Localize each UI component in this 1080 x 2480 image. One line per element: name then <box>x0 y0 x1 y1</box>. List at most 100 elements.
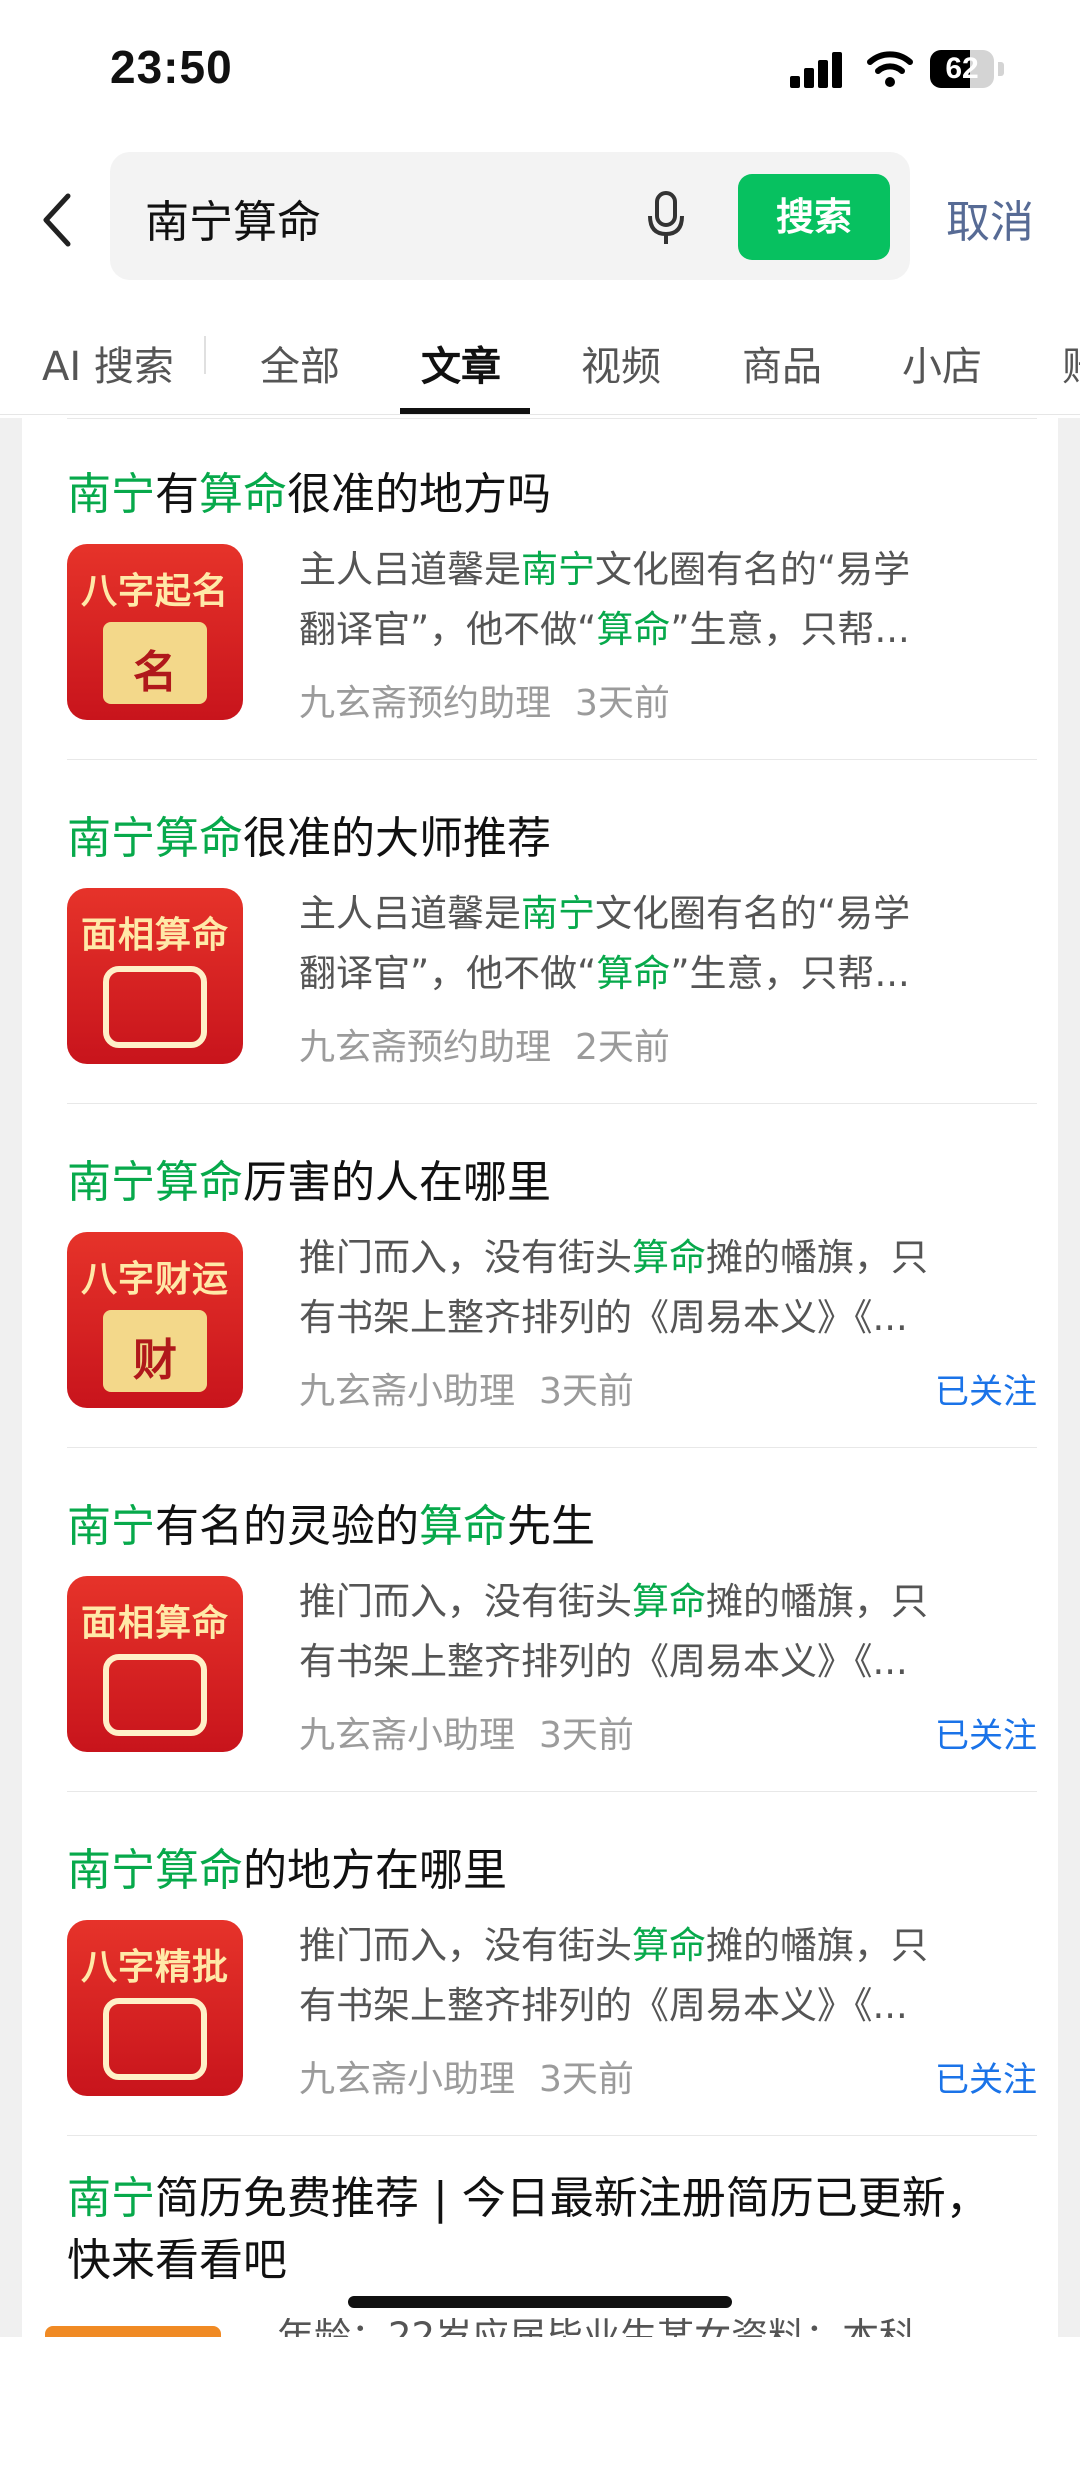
result-item[interactable]: 南宁算命很准的大师推荐 面相算命 主人吕道馨是南宁文化圈有名的“易学 翻译官”，他不做… <box>67 762 1037 1104</box>
title-text: 的地方在哪里 <box>243 1845 507 1896</box>
snippet-highlight: 算命 <box>632 1236 706 1279</box>
snippet-line: 主人吕道馨是南宁文化圈有名的“易学 <box>299 540 1029 600</box>
result-thumbnail[interactable] <box>45 2326 221 2337</box>
tab-accounts[interactable]: 账 <box>1062 334 1080 392</box>
tab-articles[interactable]: 文章 <box>421 334 501 392</box>
result-thumbnail[interactable]: 面相算命 <box>67 888 243 1064</box>
result-title[interactable]: 南宁简历免费推荐 | 今日最新注册简历已更新，快来看看吧 <box>67 2168 1027 2292</box>
thumbnail-art <box>103 1998 207 2080</box>
title-highlight: 南宁 <box>67 2173 155 2224</box>
result-thumbnail[interactable]: 八字精批 <box>67 1920 243 2096</box>
thumbnail-label: 面相算命 <box>80 914 229 956</box>
result-title[interactable]: 南宁算命的地方在哪里 <box>67 1834 507 1898</box>
thumbnail-glyph: 名 <box>133 647 177 698</box>
thumbnail-label: 面相算命 <box>80 1602 229 1644</box>
search-input[interactable]: 南宁算命 <box>145 186 321 250</box>
title-text: 厉害的人在哪里 <box>243 1157 551 1208</box>
thumbnail-label: 八字精批 <box>80 1946 229 1988</box>
snippet-line: 推门而入，没有街头算命摊的幡旗，只 <box>299 1228 1029 1288</box>
source-account[interactable]: 九玄斋预约助理 <box>299 683 551 724</box>
snippet-text: 有书架上整齐排列的《周易本义》《... <box>299 1296 908 1339</box>
title-text: 很准的地方吗 <box>287 469 551 520</box>
publish-time: 2天前 <box>575 1027 670 1068</box>
source-account[interactable]: 九玄斋小助理 <box>299 1371 515 1412</box>
snippet-line: 翻译官”，他不做“算命”生意，只帮... <box>299 600 1029 660</box>
followed-badge[interactable]: 已关注 <box>935 1364 1037 1413</box>
item-divider <box>67 1791 1037 1792</box>
title-text: 有名的灵验的 <box>155 1501 419 1552</box>
tab-shops[interactable]: 小店 <box>902 334 982 392</box>
item-divider <box>67 1447 1037 1448</box>
title-text: 先生 <box>507 1501 595 1552</box>
item-divider <box>67 1103 1037 1104</box>
followed-badge[interactable]: 已关注 <box>935 2052 1037 2101</box>
publish-time: 3天前 <box>575 683 670 724</box>
result-snippet: 年龄：22岁应届毕业生某女资料：本科 <box>277 2318 916 2337</box>
result-thumbnail[interactable]: 八字起名名 <box>67 544 243 720</box>
results-list: 南宁有算命很准的地方吗 八字起名名主人吕道馨是南宁文化圈有名的“易学 翻译官”，他不… <box>0 418 1080 2337</box>
source-account[interactable]: 九玄斋小助理 <box>299 2059 515 2100</box>
tab-divider <box>204 336 206 374</box>
snippet-text: 文化圈有名的“易学 <box>595 548 911 591</box>
snippet-line: 主人吕道馨是南宁文化圈有名的“易学 <box>299 884 1029 944</box>
cancel-button[interactable]: 取消 <box>946 186 1034 250</box>
result-title[interactable]: 南宁算命很准的大师推荐 <box>67 802 551 866</box>
battery-level: 62 <box>945 52 979 85</box>
result-item[interactable]: 南宁简历免费推荐 | 今日最新注册简历已更新，快来看看吧 <box>67 2138 1037 2480</box>
snippet-text: 翻译官”，他不做“ <box>299 608 597 651</box>
snippet-text: ”生意，只帮... <box>670 952 910 995</box>
publish-time: 3天前 <box>539 1371 634 1412</box>
result-title[interactable]: 南宁有名的灵验的算命先生 <box>67 1490 595 1554</box>
snippet-line: 有书架上整齐排列的《周易本义》《... <box>299 1976 1029 2036</box>
result-item[interactable]: 南宁算命厉害的人在哪里 八字财运财推门而入，没有街头算命摊的幡旗，只 有书架上整齐排… <box>67 1106 1037 1448</box>
result-item[interactable]: 南宁有算命很准的地方吗 八字起名名主人吕道馨是南宁文化圈有名的“易学 翻译官”，他不… <box>67 418 1037 760</box>
result-thumbnail[interactable]: 面相算命 <box>67 1576 243 1752</box>
followed-badge[interactable]: 已关注 <box>935 1708 1037 1757</box>
status-time: 23:50 <box>110 41 233 93</box>
back-icon[interactable] <box>38 190 78 250</box>
snippet-text: 摊的幡旗，只 <box>706 1580 928 1623</box>
search-button[interactable]: 搜索 <box>738 174 890 260</box>
snippet-text: 摊的幡旗，只 <box>706 1236 928 1279</box>
title-highlight: 算命 <box>199 469 287 520</box>
result-title[interactable]: 南宁算命厉害的人在哪里 <box>67 1146 551 1210</box>
source-account[interactable]: 九玄斋预约助理 <box>299 1027 551 1068</box>
snippet-highlight: 南宁 <box>521 548 595 591</box>
result-meta: 九玄斋预约助理 3天前 <box>299 674 670 726</box>
publish-time: 3天前 <box>539 1715 634 1756</box>
source-account[interactable]: 九玄斋小助理 <box>299 1715 515 1756</box>
active-tab-indicator <box>400 408 530 414</box>
result-thumbnail[interactable]: 八字财运财 <box>67 1232 243 1408</box>
snippet-text: 主人吕道馨是 <box>299 892 521 935</box>
thumbnail-label: 八字起名 <box>80 570 229 612</box>
title-highlight: 南宁算命 <box>67 813 243 864</box>
snippet-highlight: 南宁 <box>521 892 595 935</box>
snippet-line: 有书架上整齐排列的《周易本义》《... <box>299 1288 1029 1348</box>
title-highlight: 南宁算命 <box>67 1157 243 1208</box>
snippet-text: 翻译官”，他不做“ <box>299 952 597 995</box>
home-indicator <box>348 2296 732 2308</box>
microphone-icon[interactable] <box>646 190 686 246</box>
title-highlight: 算命 <box>419 1501 507 1552</box>
snippet-line: 翻译官”，他不做“算命”生意，只帮... <box>299 944 1029 1004</box>
result-item[interactable]: 南宁有名的灵验的算命先生 面相算命 推门而入，没有街头算命摊的幡旗，只 有书架上整齐排… <box>67 1450 1037 1792</box>
result-snippet: 推门而入，没有街头算命摊的幡旗，只有书架上整齐排列的《周易本义》《... <box>299 1228 1029 1348</box>
title-highlight: 南宁 <box>67 469 155 520</box>
snippet-line: 有书架上整齐排列的《周易本义》《... <box>299 1632 1029 1692</box>
title-text: 有 <box>155 469 199 520</box>
item-divider <box>67 2135 1037 2136</box>
title-highlight: 南宁算命 <box>67 1845 243 1896</box>
snippet-text: 主人吕道馨是 <box>299 548 521 591</box>
snippet-text: 文化圈有名的“易学 <box>595 892 911 935</box>
tab-videos[interactable]: 视频 <box>581 334 661 392</box>
tab-ai-search[interactable]: AI 搜索 <box>42 334 174 392</box>
tab-all[interactable]: 全部 <box>260 334 340 392</box>
thumbnail-label: 八字财运 <box>80 1258 229 1300</box>
result-meta: 九玄斋小助理 3天前 <box>299 1362 634 1414</box>
result-title[interactable]: 南宁有算命很准的地方吗 <box>67 458 551 522</box>
snippet-text: 推门而入，没有街头 <box>299 1236 632 1279</box>
title-highlight: 南宁 <box>67 1501 155 1552</box>
result-item[interactable]: 南宁算命的地方在哪里 八字精批 推门而入，没有街头算命摊的幡旗，只 有书架上整齐排列的… <box>67 1794 1037 2136</box>
item-divider <box>67 759 1037 760</box>
tab-products[interactable]: 商品 <box>742 334 822 392</box>
